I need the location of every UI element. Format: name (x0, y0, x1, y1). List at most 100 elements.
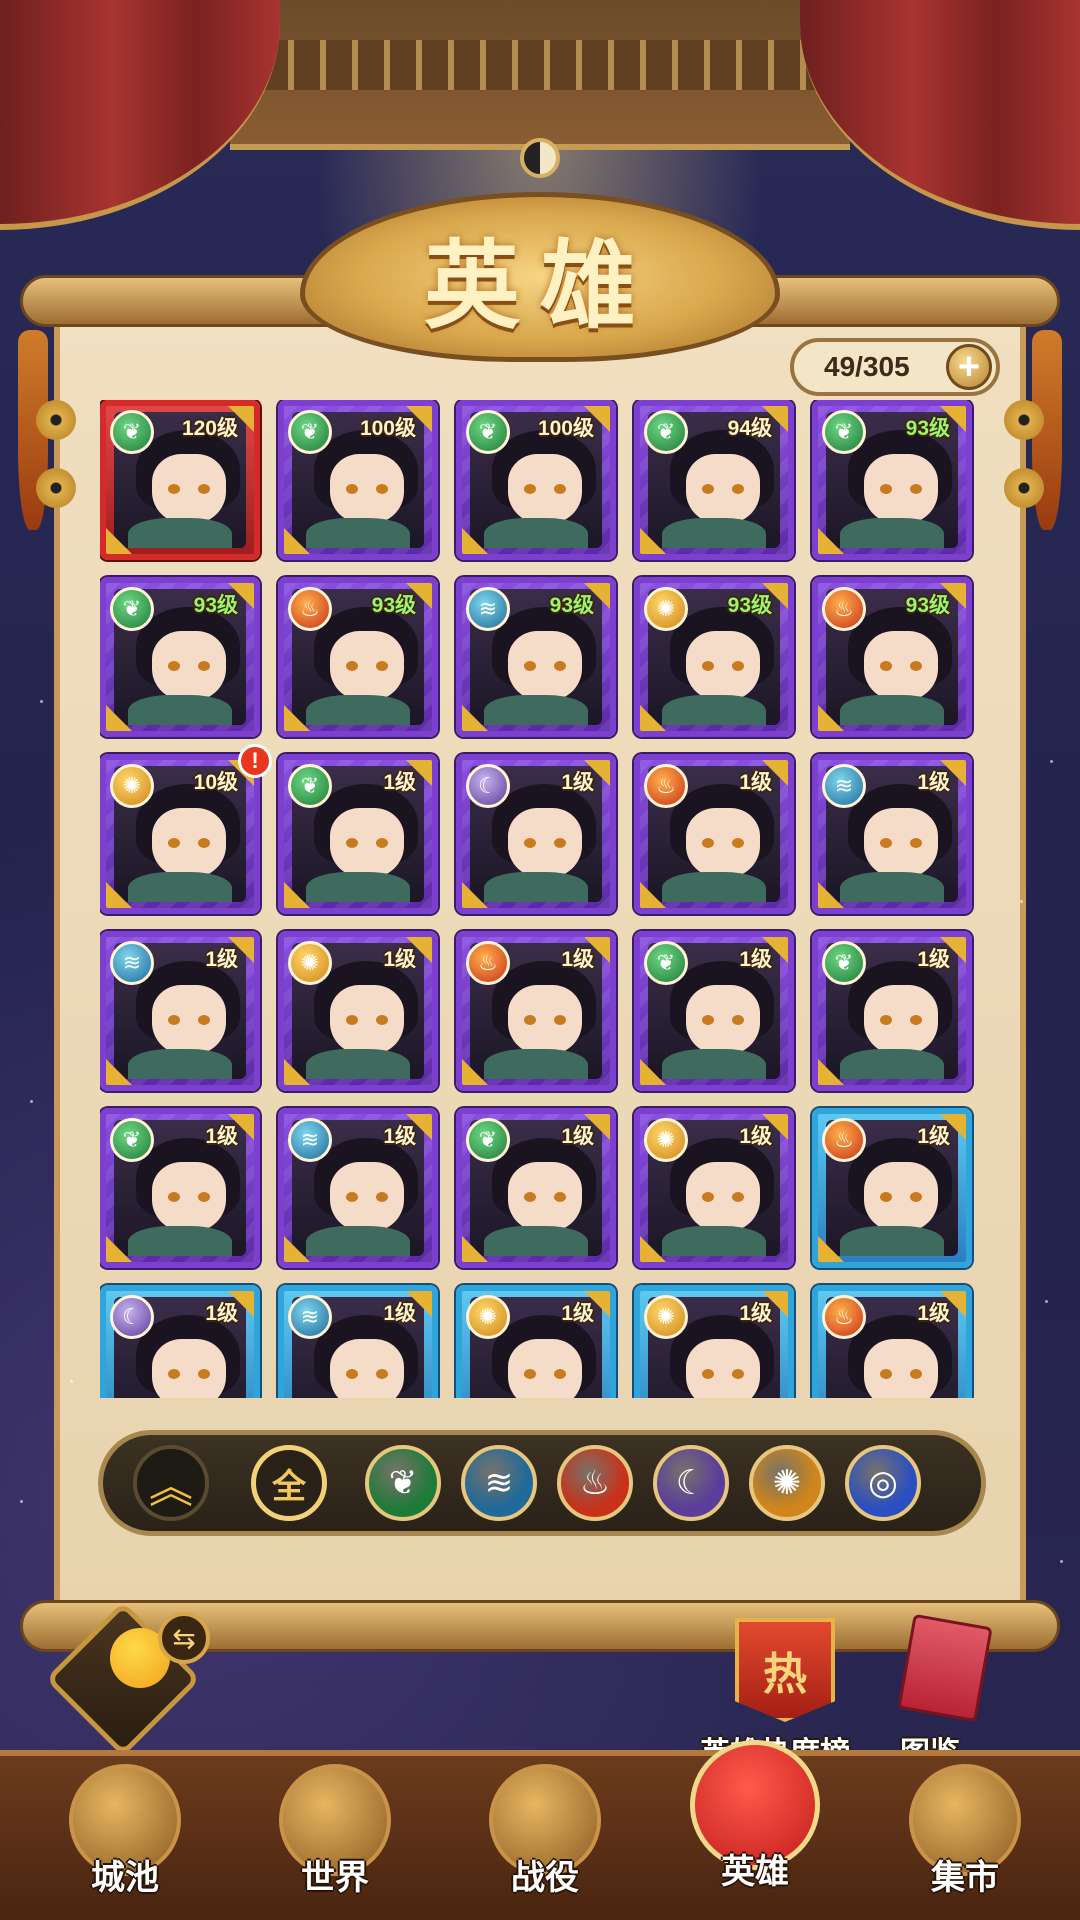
filter-moon-button[interactable]: ☾ (653, 1445, 729, 1521)
rarity-corner (818, 705, 844, 731)
wood-element-icon: ❦ (110, 1118, 154, 1162)
hero-card[interactable]: ♨ 1级 (812, 1285, 972, 1398)
hero-level: 1级 (739, 1302, 772, 1325)
hero-card[interactable]: ❦ 1级 (100, 1108, 260, 1268)
hero-card[interactable]: ≋ 1级 (100, 931, 260, 1091)
hero-level: 1级 (917, 948, 950, 971)
hero-card[interactable]: ❦ 94级 (634, 400, 794, 560)
star-decoration (70, 1380, 73, 1383)
star-decoration (40, 700, 43, 703)
hero-card[interactable]: ☾ 1级 (100, 1285, 260, 1398)
wood-element-icon: ❦ (644, 410, 688, 454)
hero-card[interactable]: ✺ 1级 (278, 931, 438, 1091)
sun-element-icon: ✺ (644, 1118, 688, 1162)
hero-card[interactable]: ❦ 1级 (634, 931, 794, 1091)
hero-card[interactable]: ❦ 120级 (100, 400, 260, 560)
rarity-corner (284, 1236, 310, 1262)
filter-all-label: 全 (272, 1467, 306, 1506)
nav-label: 集市 (931, 1859, 999, 1897)
add-capacity-button[interactable]: + (946, 344, 992, 390)
hero-level: 100级 (359, 417, 416, 440)
rarity-corner (818, 1236, 844, 1262)
hero-card[interactable]: ✺ 1级 (634, 1108, 794, 1268)
hero-card[interactable]: ❦ 93级 (812, 400, 972, 560)
codex-book-icon (897, 1613, 993, 1723)
rarity-corner (462, 1236, 488, 1262)
filter-fire-button[interactable]: ♨ (557, 1445, 633, 1521)
nav-label: 战役 (511, 1859, 579, 1897)
rarity-corner (284, 1059, 310, 1085)
water-element-icon: ≋ (484, 1464, 514, 1502)
moon-element-icon: ☾ (110, 1295, 154, 1339)
rarity-corner (106, 1059, 132, 1085)
rarity-corner (462, 1059, 488, 1085)
rarity-corner (818, 528, 844, 554)
filter-water-button[interactable]: ≋ (461, 1445, 537, 1521)
hero-card[interactable]: ❦ 100级 (456, 400, 616, 560)
wood-element-icon: ❦ (822, 410, 866, 454)
hero-level: 1级 (561, 1125, 594, 1148)
hero-card[interactable]: ✺ 93级 (634, 577, 794, 737)
filter-all-button[interactable]: 全 (251, 1445, 327, 1521)
nav-item-1[interactable]: 世界 (260, 1764, 410, 1920)
hero-card[interactable]: ✺ 1级 (456, 1285, 616, 1398)
rarity-corner (106, 705, 132, 731)
hero-card[interactable]: ♨ 93级 (812, 577, 972, 737)
rarity-corner (106, 528, 132, 554)
hero-card[interactable]: ≋ 1级 (278, 1108, 438, 1268)
hero-card[interactable]: ≋ 93级 (456, 577, 616, 737)
nav-item-3[interactable]: 英雄 (680, 1740, 830, 1920)
water-element-icon: ≋ (288, 1295, 332, 1339)
coin-ornament-icon (36, 468, 76, 508)
hero-card[interactable]: ☾ 1级 (456, 754, 616, 914)
nav-label: 城池 (91, 1859, 159, 1897)
nav-item-2[interactable]: 战役 (470, 1764, 620, 1920)
filter-sun-button[interactable]: ✺ (749, 1445, 825, 1521)
hero-card[interactable]: ♨ 93级 (278, 577, 438, 737)
coin-ornament-icon (1004, 468, 1044, 508)
hero-card[interactable]: ≋ 1级 (278, 1285, 438, 1398)
hero-level: 10级 (193, 771, 238, 794)
hero-card[interactable]: ❦ 1级 (812, 931, 972, 1091)
hero-card[interactable]: ♨ 1级 (812, 1108, 972, 1268)
hero-level: 1级 (561, 1302, 594, 1325)
nav-label: 世界 (301, 1859, 369, 1897)
hero-level: 1级 (917, 1125, 950, 1148)
nav-item-0[interactable]: 城池 (50, 1764, 200, 1920)
hero-card[interactable]: ♨ 1级 (634, 754, 794, 914)
sun-element-icon: ✺ (466, 1295, 510, 1339)
swap-arrows-icon[interactable]: ⇆ (158, 1612, 210, 1664)
fire-element-icon: ♨ (288, 587, 332, 631)
fire-element-icon: ♨ (822, 1118, 866, 1162)
filter-swirl-button[interactable]: ◎ (845, 1445, 921, 1521)
hero-card[interactable]: ✺ 10级 (100, 754, 260, 914)
filter-wood-button[interactable]: ❦ (365, 1445, 441, 1521)
alert-badge: ! (238, 744, 272, 778)
hero-grid[interactable]: ❦ 120级 ❦ 100级 ❦ 100级 ❦ 94级 ❦ 93级 ❦ 93级 ♨… (100, 400, 990, 1398)
fire-element-icon: ♨ (644, 764, 688, 808)
hero-level: 1级 (561, 948, 594, 971)
hero-card[interactable]: ≋ 1级 (812, 754, 972, 914)
hero-card[interactable]: ♨ 1级 (456, 931, 616, 1091)
coin-ornament-icon (36, 400, 76, 440)
rarity-corner (284, 882, 310, 908)
hero-level: 1级 (383, 948, 416, 971)
star-decoration (20, 1500, 23, 1503)
hero-level: 94级 (727, 417, 772, 440)
rarity-corner (284, 705, 310, 731)
hero-level: 93级 (905, 417, 950, 440)
rarity-corner (640, 882, 666, 908)
sort-toggle-button[interactable]: ︽ (133, 1445, 209, 1521)
hero-card[interactable]: ❦ 100级 (278, 400, 438, 560)
wood-element-icon: ❦ (644, 941, 688, 985)
hero-card[interactable]: ❦ 93级 (100, 577, 260, 737)
fire-element-icon: ♨ (822, 587, 866, 631)
hero-card[interactable]: ❦ 1级 (456, 1108, 616, 1268)
nav-item-4[interactable]: 集市 (890, 1764, 1040, 1920)
hero-card[interactable]: ✺ 1级 (634, 1285, 794, 1398)
double-chevron-up-icon: ︽ (149, 1463, 193, 1512)
hero-level: 1级 (205, 1125, 238, 1148)
star-decoration (30, 1100, 33, 1103)
wood-element-icon: ❦ (388, 1464, 418, 1502)
hero-card[interactable]: ❦ 1级 (278, 754, 438, 914)
